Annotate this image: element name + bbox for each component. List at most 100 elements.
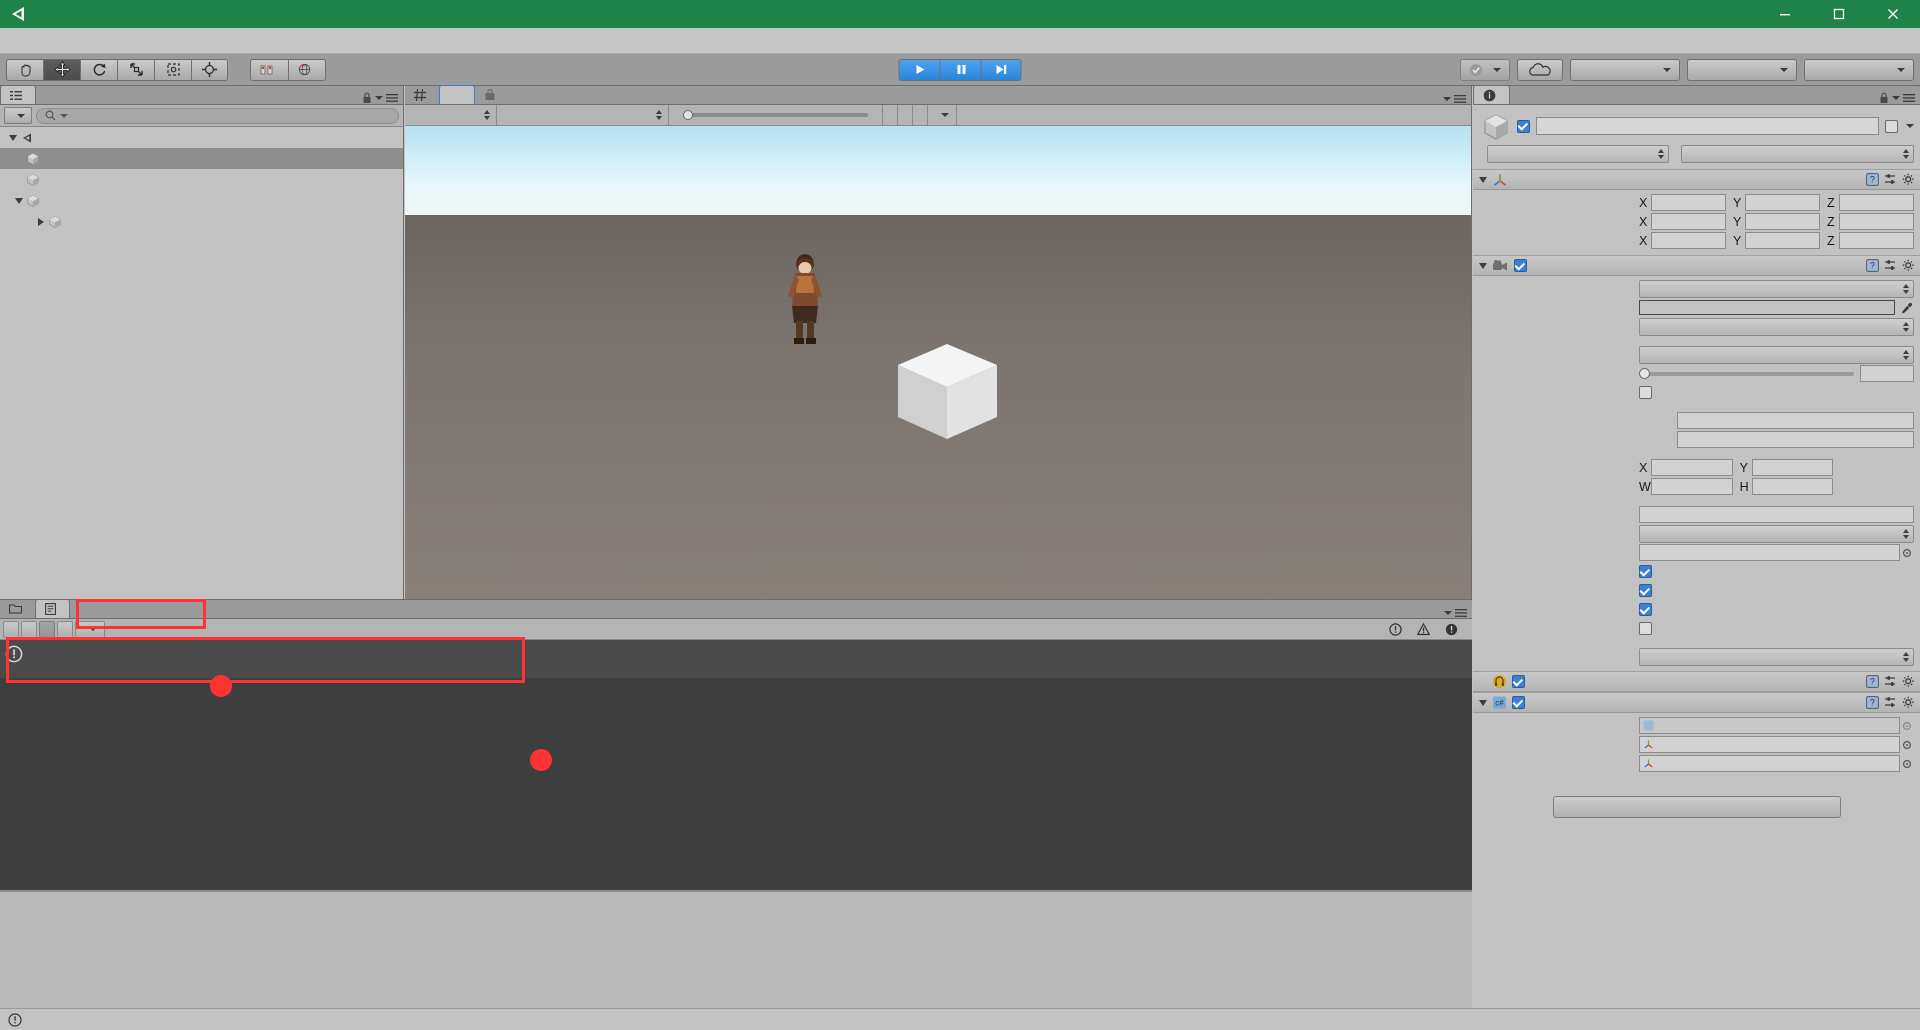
stats-button[interactable] — [913, 104, 928, 126]
gear-icon[interactable] — [1902, 173, 1915, 186]
menu-assets[interactable] — [48, 39, 68, 43]
play-button[interactable] — [898, 58, 940, 81]
maximize-on-play-button[interactable] — [883, 104, 898, 126]
help-icon[interactable]: ? — [1866, 696, 1879, 709]
object-name-input[interactable] — [1536, 117, 1879, 135]
chevron-down-icon[interactable] — [1443, 97, 1451, 101]
fov-input[interactable] — [1860, 365, 1914, 382]
viewport-y-input[interactable] — [1751, 459, 1834, 476]
cube-object-field[interactable] — [1639, 736, 1900, 753]
far-input[interactable] — [1677, 431, 1914, 448]
help-icon[interactable]: ? — [1866, 259, 1879, 272]
scale-y-input[interactable] — [1745, 232, 1820, 249]
foldout-toggle[interactable] — [12, 197, 26, 204]
warning-count[interactable] — [1412, 621, 1438, 638]
background-color-swatch[interactable] — [1639, 300, 1895, 315]
hierarchy-row-main-camera[interactable] — [0, 148, 403, 169]
move-tool-button[interactable] — [43, 58, 80, 81]
tab-game[interactable] — [439, 85, 475, 104]
gear-icon[interactable] — [1902, 259, 1915, 272]
tag-dropdown[interactable] — [1487, 145, 1669, 163]
allow-msaa-checkbox[interactable] — [1639, 603, 1652, 616]
object-picker-icon[interactable] — [1900, 740, 1914, 750]
help-icon[interactable]: ? — [1866, 173, 1879, 186]
culling-mask-dropdown[interactable] — [1639, 317, 1914, 336]
maximize-button[interactable] — [1812, 0, 1866, 28]
foldout-toggle[interactable] — [6, 134, 20, 141]
camera-component-header[interactable]: ? — [1473, 255, 1920, 276]
gizmos-button[interactable] — [928, 104, 957, 126]
script-enabled-checkbox[interactable] — [1512, 696, 1525, 709]
near-input[interactable] — [1677, 412, 1914, 429]
lock-icon[interactable] — [362, 92, 372, 104]
preset-icon[interactable] — [1884, 173, 1897, 186]
hierarchy-row-cube[interactable] — [0, 190, 403, 211]
layers-dropdown[interactable] — [1687, 58, 1797, 81]
target-texture-input[interactable] — [1639, 544, 1900, 561]
display-dropdown[interactable] — [405, 104, 497, 126]
object-picker-icon[interactable] — [1900, 759, 1914, 769]
menu-gameobject[interactable] — [68, 39, 88, 43]
editor-dropdown[interactable] — [75, 620, 105, 638]
foldout-toggle[interactable] — [34, 217, 48, 226]
preset-icon[interactable] — [1884, 675, 1897, 688]
add-component-button[interactable] — [1552, 796, 1841, 818]
scale-z-input[interactable] — [1839, 232, 1914, 249]
static-checkbox[interactable] — [1885, 119, 1898, 133]
lock-icon[interactable] — [1879, 92, 1889, 104]
tab-inspector[interactable] — [1473, 85, 1510, 104]
physical-camera-checkbox[interactable] — [1639, 386, 1652, 399]
occlusion-culling-checkbox[interactable] — [1639, 565, 1652, 578]
script-component-header[interactable]: c# ? — [1473, 692, 1920, 713]
viewport-w-input[interactable] — [1651, 478, 1733, 495]
pivot-button[interactable] — [250, 58, 288, 81]
scale-tool-button[interactable] — [117, 58, 154, 81]
chevron-down-icon[interactable] — [375, 96, 383, 100]
static-toggle-group[interactable] — [1885, 119, 1914, 133]
position-x-input[interactable] — [1651, 194, 1726, 211]
hierarchy-row-merchant[interactable] — [0, 211, 403, 232]
foldout-toggle[interactable] — [1479, 699, 1487, 706]
help-icon[interactable]: ? — [1866, 675, 1879, 688]
menu-icon[interactable] — [386, 93, 398, 103]
depth-input[interactable] — [1639, 506, 1914, 523]
menu-icon[interactable] — [1454, 94, 1466, 104]
chevron-down-icon[interactable] — [1892, 96, 1900, 100]
mute-audio-button[interactable] — [898, 104, 913, 126]
preset-icon[interactable] — [1884, 696, 1897, 709]
scale-slider[interactable] — [683, 110, 868, 120]
fov-slider[interactable] — [1639, 365, 1854, 382]
audio-listener-enabled-checkbox[interactable] — [1512, 675, 1525, 688]
clear-on-play-button[interactable] — [39, 620, 55, 638]
rendering-path-dropdown[interactable] — [1639, 524, 1914, 543]
menu-window[interactable] — [108, 39, 128, 43]
pause-button[interactable] — [939, 58, 981, 81]
foldout-toggle[interactable] — [1479, 176, 1487, 183]
cloud-button[interactable] — [1517, 58, 1563, 81]
target-display-dropdown[interactable] — [1639, 647, 1914, 666]
allow-hdr-checkbox[interactable] — [1639, 584, 1652, 597]
foldout-toggle[interactable] — [1479, 262, 1487, 269]
hierarchy-search-input[interactable] — [36, 107, 399, 124]
hierarchy-row-directional-light[interactable] — [0, 169, 403, 190]
clear-button[interactable] — [3, 620, 19, 638]
aspect-dropdown[interactable] — [497, 104, 669, 126]
chevron-down-icon[interactable] — [1906, 124, 1914, 128]
menu-edit[interactable] — [28, 39, 48, 43]
position-y-input[interactable] — [1745, 194, 1820, 211]
object-enabled-checkbox[interactable] — [1517, 119, 1530, 133]
gear-icon[interactable] — [1902, 675, 1915, 688]
account-dropdown[interactable] — [1570, 58, 1680, 81]
rotation-z-input[interactable] — [1839, 213, 1914, 230]
gear-icon[interactable] — [1902, 696, 1915, 709]
error-count[interactable] — [1440, 621, 1466, 638]
object-picker-icon[interactable] — [1900, 548, 1914, 558]
layer-dropdown[interactable] — [1681, 145, 1914, 163]
position-z-input[interactable] — [1839, 194, 1914, 211]
transform-component-header[interactable]: ? — [1473, 169, 1920, 190]
scale-x-input[interactable] — [1651, 232, 1726, 249]
menu-icon[interactable] — [1455, 608, 1467, 618]
tab-console[interactable] — [35, 599, 70, 618]
allow-dynamic-resolution-checkbox[interactable] — [1639, 622, 1652, 635]
error-pause-button[interactable] — [57, 620, 73, 638]
